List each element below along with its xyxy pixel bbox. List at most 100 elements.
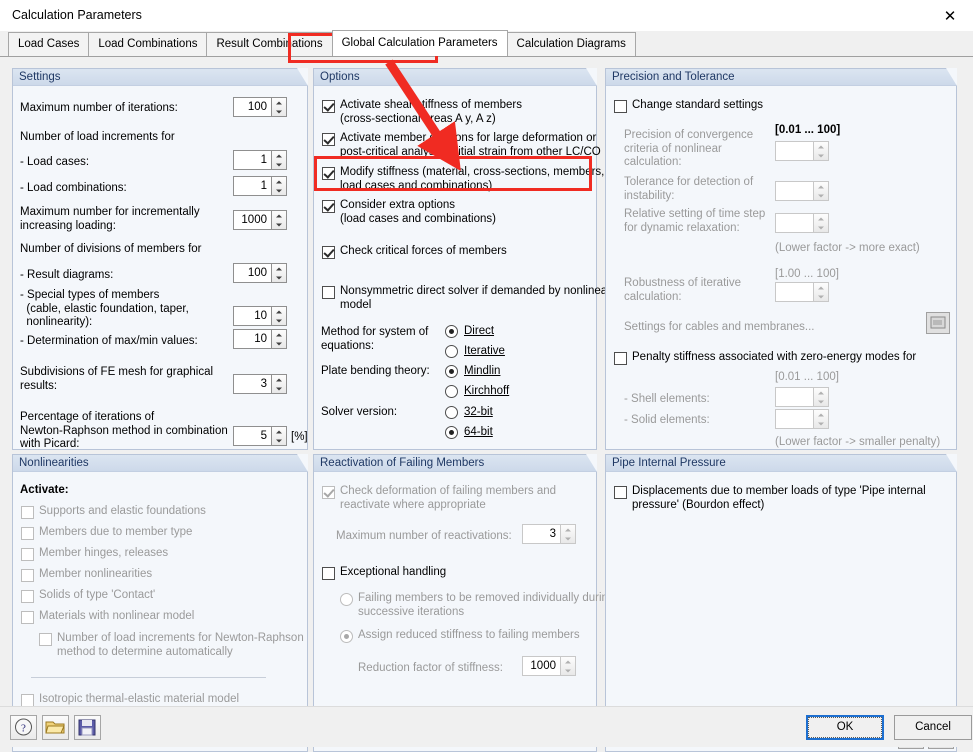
label-solver-64bit: 64-bit — [464, 426, 493, 438]
close-icon[interactable]: ✕ — [927, 0, 973, 31]
radio-assign-reduced-stiffness[interactable] — [340, 630, 353, 643]
solid-elements-stepper[interactable] — [775, 409, 829, 429]
load-combinations-spin-buttons[interactable] — [271, 177, 286, 195]
checkbox-check-deformation[interactable] — [322, 486, 335, 499]
checkbox-change-standard-settings[interactable] — [614, 100, 627, 113]
checkbox-exceptional-handling[interactable] — [322, 567, 335, 580]
maxmin-spin-buttons[interactable] — [271, 330, 286, 348]
cancel-button[interactable]: Cancel — [894, 715, 972, 740]
radio-remove-individually[interactable] — [340, 593, 353, 606]
tab-calculation-diagrams[interactable]: Calculation Diagrams — [506, 32, 636, 56]
relative-timestep-stepper[interactable] — [775, 213, 829, 233]
checkbox-members-member-type[interactable] — [21, 527, 34, 540]
load-cases-value: 1 — [260, 154, 267, 166]
tab-global-calculation-parameters[interactable]: Global Calculation Parameters — [331, 30, 508, 56]
title-bar: Calculation Parameters ✕ — [0, 0, 973, 31]
radio-plate-kirchhoff[interactable] — [445, 385, 458, 398]
reduction-factor-stepper[interactable]: 1000 — [522, 656, 576, 676]
max-iterations-spin-buttons[interactable] — [271, 98, 286, 116]
max-iterations-value: 100 — [247, 101, 267, 113]
tab-load-cases[interactable]: Load Cases — [8, 32, 90, 56]
checkbox-extra-options[interactable] — [322, 200, 335, 213]
label-critical-forces: Check critical forces of members — [340, 245, 507, 257]
radio-plate-mindlin[interactable] — [445, 365, 458, 378]
incremental-loading-stepper[interactable]: 1000 — [233, 210, 287, 230]
max-reactivations-spin-buttons[interactable] — [560, 525, 575, 543]
checkbox-penalty-stiffness[interactable] — [614, 352, 627, 365]
robustness-value — [776, 283, 813, 301]
radio-solver-64bit[interactable] — [445, 426, 458, 439]
special-members-stepper[interactable]: 10 — [233, 306, 287, 326]
maxmin-value: 10 — [254, 333, 267, 345]
load-increments-header: Number of load increments for — [20, 131, 175, 143]
tab-result-combinations[interactable]: Result Combinations — [206, 32, 333, 56]
checkbox-bourdon-effect[interactable] — [614, 486, 627, 499]
result-diagrams-stepper[interactable]: 100 — [233, 263, 287, 283]
load-combinations-stepper[interactable]: 1 — [233, 176, 287, 196]
result-diagrams-value: 100 — [247, 267, 267, 279]
max-iterations-stepper[interactable]: 100 — [233, 97, 287, 117]
robustness-spin-buttons[interactable] — [813, 283, 828, 301]
fe-mesh-stepper[interactable]: 3 — [233, 374, 287, 394]
maxmin-stepper[interactable]: 10 — [233, 329, 287, 349]
max-reactivations-value: 3 — [549, 528, 556, 540]
label-check-deformation: Check deformation of failing members and… — [340, 485, 557, 511]
relative-timestep-spin-buttons[interactable] — [813, 214, 828, 232]
label-extra-options: Consider extra options (load cases and c… — [340, 199, 496, 225]
label-assign-reduced-stiffness: Assign reduced stiffness to failing memb… — [358, 629, 580, 641]
label-shear-stiffness: Activate shear stiffness of members (cro… — [340, 99, 522, 125]
checkbox-supports-elastic-foundations[interactable] — [21, 506, 34, 519]
label-member-divisions: Activate member divisions for large defo… — [340, 132, 601, 158]
precision-convergence-stepper[interactable] — [775, 141, 829, 161]
radio-method-direct[interactable] — [445, 325, 458, 338]
checkbox-solids-contact[interactable] — [21, 590, 34, 603]
save-disk-icon[interactable] — [74, 715, 101, 740]
fe-mesh-spin-buttons[interactable] — [271, 375, 286, 393]
radio-solver-32bit[interactable] — [445, 406, 458, 419]
tolerance-instability-stepper[interactable] — [775, 181, 829, 201]
incremental-loading-spin-buttons[interactable] — [271, 211, 286, 229]
solid-elements-spin-buttons[interactable] — [813, 410, 828, 428]
shell-elements-spin-buttons[interactable] — [813, 388, 828, 406]
load-cases-stepper[interactable]: 1 — [233, 150, 287, 170]
precision-convergence-value — [776, 142, 813, 160]
incremental-loading-label: Maximum number for incrementally increas… — [20, 206, 200, 232]
radio-method-iterative[interactable] — [445, 345, 458, 358]
load-cases-spin-buttons[interactable] — [271, 151, 286, 169]
ok-button[interactable]: OK — [806, 715, 884, 740]
picard-stepper[interactable]: 5 — [233, 426, 287, 446]
checkbox-shear-stiffness[interactable] — [322, 100, 335, 113]
label-plate-kirchhoff: Kirchhoff — [464, 385, 510, 397]
incremental-loading-value: 1000 — [241, 214, 267, 226]
checkbox-newton-raphson-auto[interactable] — [39, 633, 52, 646]
max-reactivations-stepper[interactable]: 3 — [522, 524, 576, 544]
tab-load-combinations[interactable]: Load Combinations — [88, 32, 208, 56]
settings-dialog-icon[interactable] — [926, 312, 950, 334]
tab-bar: Load Cases Load Combinations Result Comb… — [0, 30, 973, 57]
checkbox-member-hinges-releases[interactable] — [21, 548, 34, 561]
shell-elements-stepper[interactable] — [775, 387, 829, 407]
picard-spin-buttons[interactable] — [271, 427, 286, 445]
precision-convergence-spin-buttons[interactable] — [813, 142, 828, 160]
help-icon[interactable]: ? — [10, 715, 37, 740]
checkbox-member-divisions[interactable] — [322, 133, 335, 146]
tolerance-instability-spin-buttons[interactable] — [813, 182, 828, 200]
precision-group-title: Precision and Tolerance — [606, 68, 957, 86]
reactivation-group-title: Reactivation of Failing Members — [314, 454, 597, 472]
result-diagrams-spin-buttons[interactable] — [271, 264, 286, 282]
checkbox-nonsymmetric-solver[interactable] — [322, 286, 335, 299]
svg-text:?: ? — [21, 723, 26, 735]
pipe-pressure-group-title: Pipe Internal Pressure — [606, 454, 957, 472]
special-members-spin-buttons[interactable] — [271, 307, 286, 325]
open-folder-icon[interactable] — [42, 715, 69, 740]
checkbox-materials-nonlinear-model[interactable] — [21, 611, 34, 624]
label-reduction-factor: Reduction factor of stiffness: — [358, 662, 503, 674]
checkbox-member-nonlinearities[interactable] — [21, 569, 34, 582]
checkbox-critical-forces[interactable] — [322, 246, 335, 259]
reduction-factor-spin-buttons[interactable] — [560, 657, 575, 675]
robustness-stepper[interactable] — [775, 282, 829, 302]
checkbox-modify-stiffness[interactable] — [322, 167, 335, 180]
label-plate-bending: Plate bending theory: — [321, 365, 430, 377]
tolerance-instability-value — [776, 182, 813, 200]
window-title: Calculation Parameters — [12, 8, 142, 22]
